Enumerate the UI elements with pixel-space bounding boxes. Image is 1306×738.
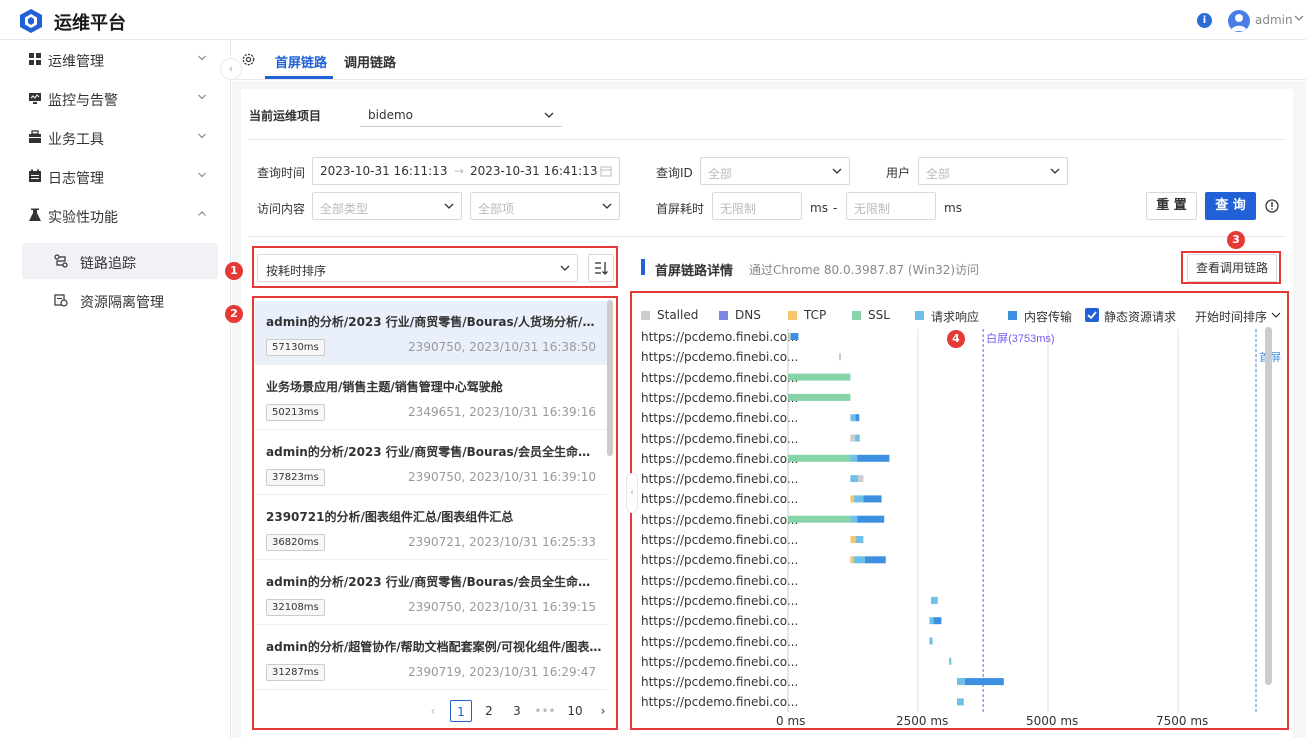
timing-bar-ssl[interactable] (788, 454, 851, 462)
timing-bar-ssl[interactable] (788, 373, 851, 381)
timing-bar-transfer[interactable] (857, 515, 885, 523)
timing-bar-transfer[interactable] (855, 414, 860, 422)
waterfall-chart: 白屏(3753ms)首屏 (787, 329, 1281, 712)
x-tick-label: 2500 ms (896, 714, 949, 728)
timing-bar-response[interactable] (850, 454, 858, 462)
timing-bar-response[interactable] (931, 596, 938, 604)
timing-bar-response[interactable] (854, 495, 864, 503)
timing-bar-transfer[interactable] (964, 678, 1004, 686)
marker-label: 白屏(3753ms) (986, 331, 1054, 345)
timing-bar-response[interactable] (850, 414, 856, 422)
timing-bar-stalled[interactable] (858, 475, 864, 483)
timing-bar-response[interactable] (957, 678, 965, 686)
timing-bar-stalled[interactable] (838, 353, 842, 361)
timing-bar-transfer[interactable] (863, 495, 882, 503)
timing-bar-response[interactable] (855, 434, 860, 442)
timing-bar-tcp[interactable] (850, 556, 855, 564)
chart-scrollbar[interactable] (1265, 327, 1272, 685)
timing-bar-transfer[interactable] (933, 617, 942, 625)
timing-bar-stalled[interactable] (788, 333, 791, 340)
timing-bar-stalled[interactable] (850, 434, 856, 442)
x-tick-label: 0 ms (776, 714, 806, 728)
timing-bar-ssl[interactable] (788, 393, 851, 401)
timing-bar-response[interactable] (850, 475, 859, 483)
timing-bar-response[interactable] (929, 637, 933, 645)
timing-bar-transfer[interactable] (864, 556, 886, 564)
timing-bar-tcp[interactable] (850, 495, 855, 503)
x-tick-label: 7500 ms (1156, 714, 1209, 728)
timing-bar-transfer[interactable] (790, 333, 799, 340)
timing-bar-response[interactable] (854, 556, 865, 564)
timing-bar-response[interactable] (949, 657, 952, 665)
x-tick-label: 5000 ms (1026, 714, 1079, 728)
timing-bar-response[interactable] (855, 536, 864, 543)
timing-bar-response[interactable] (929, 617, 934, 625)
sidebar-collapse-button[interactable]: ‹ (220, 58, 242, 80)
timing-bar-tcp[interactable] (850, 536, 856, 543)
timing-bar-transfer[interactable] (857, 454, 890, 462)
timing-bar-response[interactable] (850, 515, 858, 523)
timing-bar-ssl[interactable] (788, 515, 851, 523)
timing-bar-response[interactable] (957, 698, 964, 706)
